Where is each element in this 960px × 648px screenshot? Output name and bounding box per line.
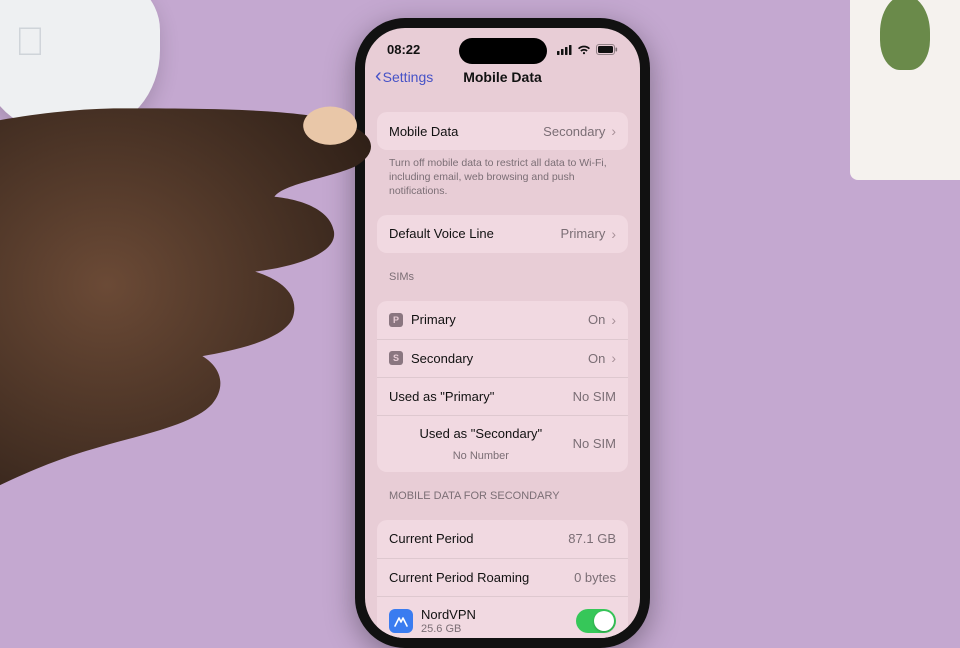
current-period-row[interactable]: Current Period 87.1 GB: [377, 520, 628, 558]
row-value: 87.1 GB: [568, 531, 616, 546]
row-value: No SIM: [573, 436, 616, 451]
row-subtitle: 25.6 GB: [421, 623, 476, 635]
row-label: Current Period Roaming: [389, 570, 529, 585]
row-label: Default Voice Line: [389, 226, 494, 241]
cellular-icon: [557, 45, 572, 55]
sim-primary-row[interactable]: P Primary On ›: [377, 301, 628, 339]
row-label: NordVPN: [421, 607, 476, 622]
row-label: Used as "Primary": [389, 389, 494, 404]
nordvpn-app-icon: [389, 609, 413, 633]
row-value: On: [588, 312, 605, 327]
chevron-right-icon: ›: [611, 312, 616, 328]
row-value: Secondary: [543, 124, 605, 139]
row-value: No SIM: [573, 389, 616, 404]
sim-secondary-row[interactable]: S Secondary On ›: [377, 339, 628, 377]
airpods-case-prop: : [0, 0, 160, 130]
wifi-icon: [577, 45, 591, 55]
back-button[interactable]: ‹ Settings: [375, 65, 433, 88]
row-value: 0 bytes: [574, 570, 616, 585]
row-label: Secondary: [411, 351, 473, 366]
iphone-screen: 08:22 ‹ Settings Mobile Data: [365, 28, 640, 638]
chevron-right-icon: ›: [611, 123, 616, 139]
row-label: Mobile Data: [389, 124, 458, 139]
dynamic-island: [459, 38, 547, 64]
apple-logo-icon: : [15, 20, 45, 65]
iphone-frame: 08:22 ‹ Settings Mobile Data: [355, 18, 650, 648]
row-label: Used as "Secondary": [419, 426, 542, 441]
plant-prop: [880, 0, 930, 70]
sim-badge-s-icon: S: [389, 351, 403, 365]
status-time: 08:22: [387, 42, 420, 57]
battery-icon: [596, 44, 618, 55]
sim-used-secondary-row[interactable]: Used as "Secondary" No Number No SIM: [377, 415, 628, 472]
hand-prop: [0, 70, 400, 550]
chevron-right-icon: ›: [611, 226, 616, 242]
chevron-left-icon: ‹: [375, 65, 382, 88]
mobile-data-row[interactable]: Mobile Data Secondary ›: [377, 112, 628, 150]
section-header-data: MOBILE DATA FOR SECONDARY: [377, 472, 628, 506]
section-header-sims: SIMs: [377, 253, 628, 287]
row-value: Primary: [561, 226, 606, 241]
sim-used-primary-row[interactable]: Used as "Primary" No SIM: [377, 377, 628, 415]
row-value: On: [588, 351, 605, 366]
default-voice-line-row[interactable]: Default Voice Line Primary ›: [377, 215, 628, 253]
sim-badge-p-icon: P: [389, 313, 403, 327]
back-label: Settings: [383, 69, 434, 85]
app-toggle[interactable]: [576, 609, 616, 633]
app-nordvpn-row[interactable]: NordVPN 25.6 GB: [377, 596, 628, 638]
section-footer-text: Turn off mobile data to restrict all dat…: [377, 150, 628, 201]
row-subtitle: No Number: [453, 450, 509, 462]
nav-bar: ‹ Settings Mobile Data: [365, 61, 640, 98]
current-period-roaming-row[interactable]: Current Period Roaming 0 bytes: [377, 558, 628, 596]
chevron-right-icon: ›: [611, 350, 616, 366]
row-label: Primary: [411, 312, 456, 327]
row-label: Current Period: [389, 531, 474, 546]
